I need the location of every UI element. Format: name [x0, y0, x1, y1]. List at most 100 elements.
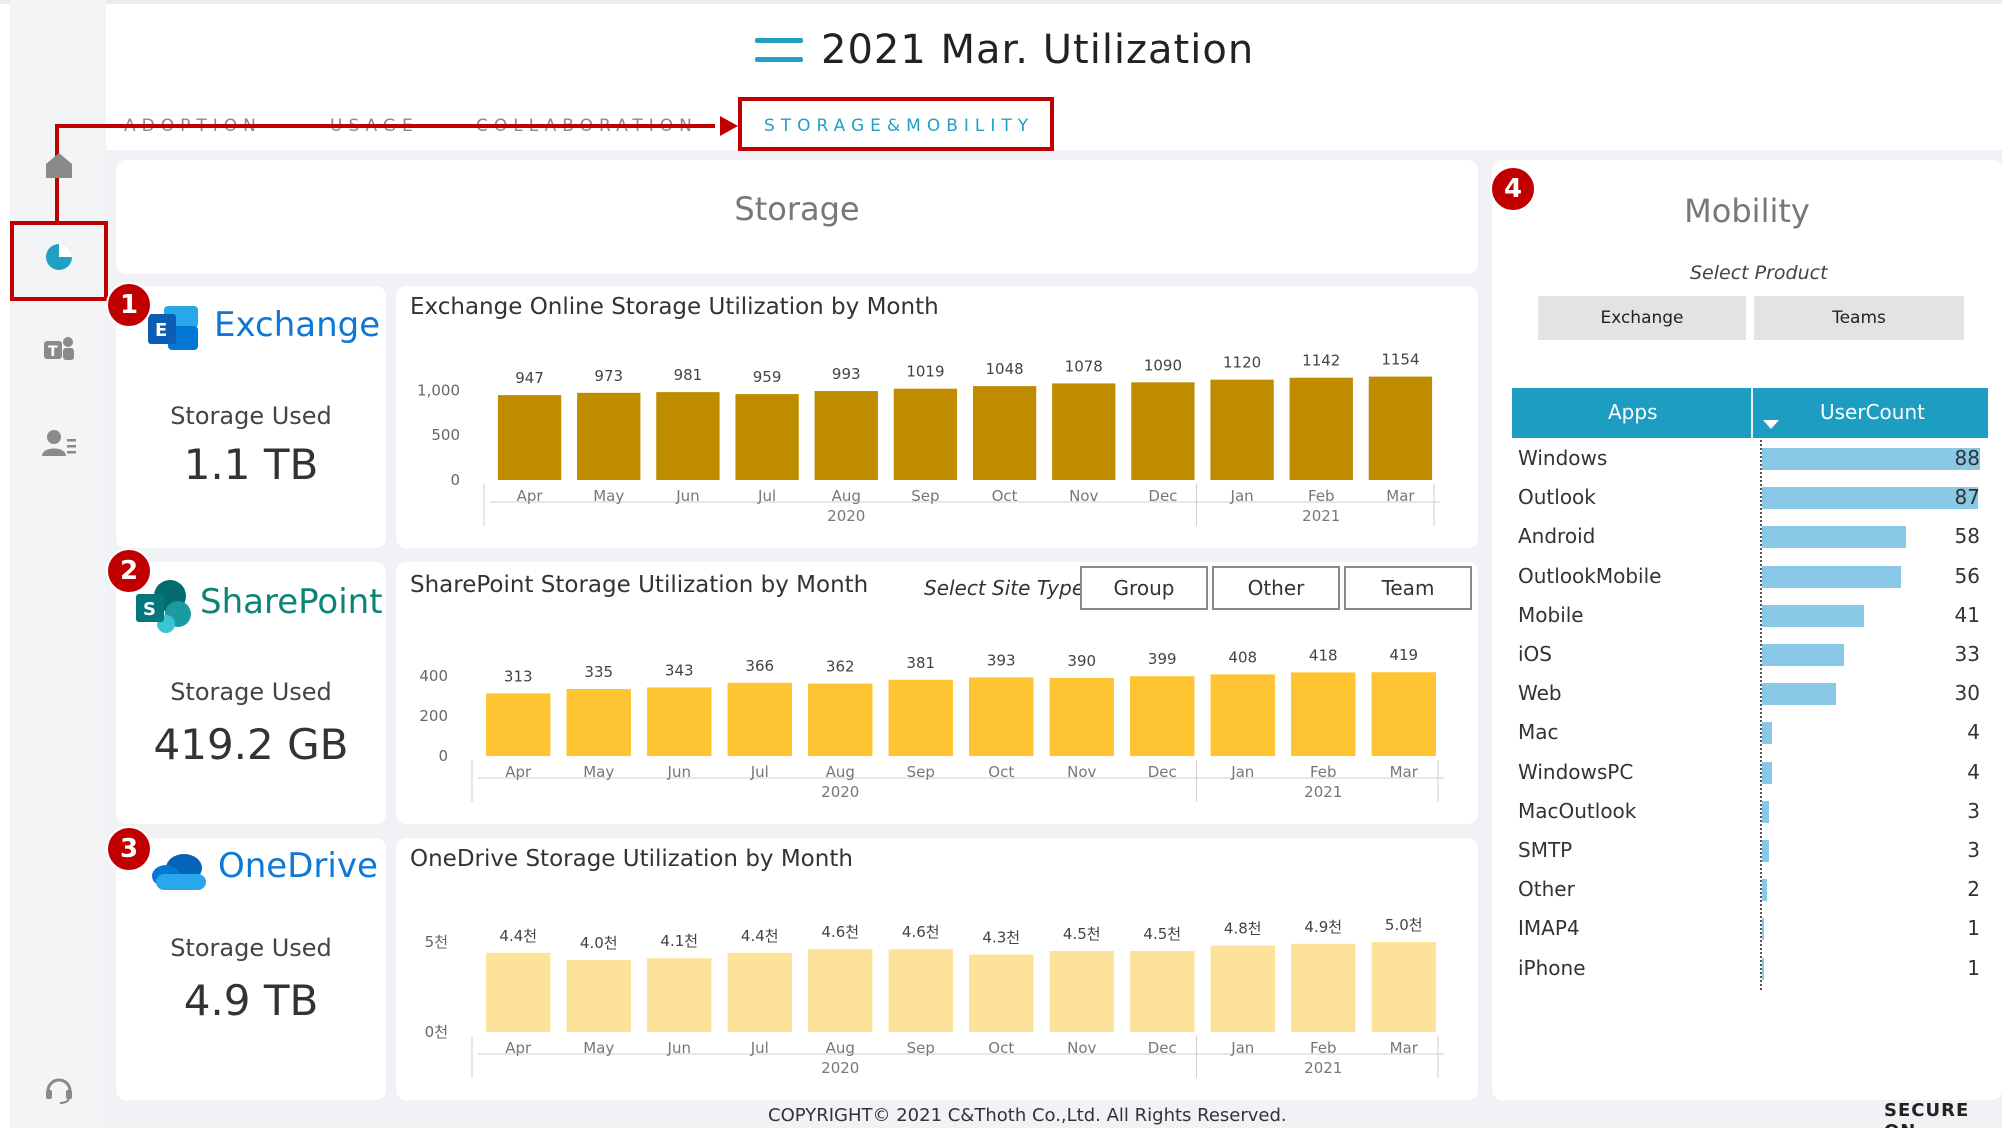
data-label: 959 — [753, 368, 782, 386]
site-type-team-button[interactable]: Team — [1344, 566, 1472, 610]
x-year-label: 2021 — [1304, 1059, 1342, 1077]
user-count-bar — [1762, 722, 1772, 745]
user-count-cell: 4 — [1967, 759, 1980, 784]
exchange-chart-title: Exchange Online Storage Utilization by M… — [410, 294, 939, 320]
apps-table-header: Apps UserCount — [1512, 388, 1988, 438]
table-row[interactable]: Android 58 — [1512, 518, 1988, 556]
exchange-name: Exchange — [214, 305, 381, 345]
chart-bar — [1368, 376, 1433, 480]
chart-bar — [656, 392, 720, 480]
x-tick-label: Jun — [667, 763, 691, 781]
app-name-cell: IMAP4 — [1518, 916, 1580, 941]
callout-badge-1: 1 — [106, 282, 152, 328]
product-exchange-button[interactable]: Exchange — [1538, 296, 1746, 340]
menu-icon[interactable] — [755, 38, 803, 62]
data-label: 393 — [987, 651, 1016, 669]
svg-text:S: S — [143, 599, 156, 620]
table-row[interactable]: WindowsPC 4 — [1512, 754, 1988, 792]
table-row[interactable]: Outlook 87 — [1512, 479, 1988, 517]
user-count-bar — [1762, 918, 1765, 941]
user-count-cell: 4 — [1967, 720, 1980, 745]
x-tick-label: Apr — [505, 1039, 532, 1057]
sort-desc-icon[interactable] — [1763, 420, 1779, 429]
x-tick-label: Jul — [750, 763, 769, 781]
user-count-bar — [1762, 957, 1765, 980]
table-row[interactable]: SMTP 3 — [1512, 832, 1988, 870]
chart-bar — [577, 392, 641, 480]
teams-icon[interactable]: T — [40, 330, 78, 368]
chart-bar — [969, 954, 1034, 1032]
chart-bar — [808, 949, 873, 1032]
chart-bar — [1210, 945, 1275, 1032]
table-row[interactable]: iOS 33 — [1512, 636, 1988, 674]
y-tick-label: 200 — [419, 707, 448, 725]
table-row[interactable]: IMAP4 1 — [1512, 910, 1988, 948]
report-header: 2021 Mar. Utilization — [755, 22, 1254, 78]
user-count-bar — [1762, 604, 1864, 627]
user-count-bar — [1762, 565, 1901, 588]
x-tick-label: Jul — [750, 1039, 769, 1057]
data-label: 973 — [594, 367, 623, 385]
apps-column-header[interactable]: Apps — [1608, 400, 1658, 424]
user-list-icon[interactable] — [40, 424, 78, 462]
callout-badge-3: 3 — [106, 826, 152, 872]
table-row[interactable]: Mac 4 — [1512, 714, 1988, 752]
x-tick-label: Mar — [1390, 1039, 1419, 1057]
table-row[interactable]: Web 30 — [1512, 675, 1988, 713]
pie-chart-icon[interactable] — [40, 238, 78, 276]
chart-bar — [972, 386, 1037, 480]
y-tick-label: 1,000 — [417, 381, 460, 399]
chart-bar — [808, 683, 873, 756]
x-tick-label: Oct — [988, 763, 1014, 781]
table-row[interactable]: iPhone 1 — [1512, 950, 1988, 988]
table-row[interactable]: MacOutlook 3 — [1512, 793, 1988, 831]
user-count-bar — [1762, 448, 1980, 470]
x-tick-label: Nov — [1067, 763, 1096, 781]
table-row[interactable]: Mobile 41 — [1512, 597, 1988, 635]
table-row[interactable]: Other 2 — [1512, 871, 1988, 909]
table-row[interactable]: OutlookMobile 56 — [1512, 558, 1988, 596]
onedrive-storage-chart: 0천 5천 4.4천 Apr 4.0천 May 4.1천 Jun 4.4천 Jul 4.6천 Aug 2… — [425, 916, 1444, 1078]
chart-bar — [566, 689, 631, 756]
x-tick-label: Feb — [1308, 487, 1335, 505]
home-icon[interactable] — [40, 146, 78, 184]
secure-on-logo: SECURE ON — [1884, 1100, 1970, 1128]
chart-bar — [1371, 672, 1436, 756]
site-type-group-button[interactable]: Group — [1080, 566, 1208, 610]
site-type-other-button[interactable]: Other — [1212, 566, 1340, 610]
x-tick-label: Jun — [667, 1039, 691, 1057]
x-tick-label: Jan — [1230, 1039, 1254, 1057]
app-name-cell: Web — [1518, 681, 1562, 706]
chart-bar — [566, 960, 631, 1032]
user-count-cell: 1 — [1967, 916, 1980, 941]
x-tick-label: Oct — [988, 1039, 1014, 1057]
x-tick-label: Sep — [907, 1039, 935, 1057]
x-tick-label: Mar — [1390, 763, 1419, 781]
user-count-bar — [1762, 683, 1837, 706]
y-tick-label: 500 — [431, 426, 460, 444]
data-label: 4.5천 — [1063, 925, 1101, 943]
user-count-bar — [1762, 644, 1844, 666]
x-tick-label: Aug — [826, 1039, 855, 1057]
data-label: 981 — [674, 366, 703, 384]
chart-bar — [1371, 942, 1436, 1032]
data-label: 947 — [515, 369, 544, 387]
headset-icon[interactable] — [40, 1070, 78, 1108]
data-label: 343 — [665, 661, 694, 679]
x-tick-label: Aug — [826, 763, 855, 781]
data-label: 419 — [1389, 646, 1418, 664]
chart-bar — [1049, 951, 1114, 1032]
x-tick-label: Oct — [992, 487, 1018, 505]
product-teams-button[interactable]: Teams — [1754, 296, 1964, 340]
x-tick-label: Apr — [517, 487, 544, 505]
x-tick-label: Nov — [1067, 1039, 1096, 1057]
x-year-label: 2021 — [1304, 783, 1342, 801]
sharepoint-storage-value: 419.2 GB — [153, 720, 349, 769]
x-year-label: 2020 — [827, 507, 865, 525]
data-label: 399 — [1148, 650, 1177, 668]
x-tick-label: Jan — [1230, 763, 1254, 781]
data-label: 1090 — [1144, 356, 1182, 374]
exchange-storage-chart: 0 500 1,000 947 Apr 973 May 981 Jun 959 Jul 993 Aug 2… — [417, 351, 1440, 526]
usercount-column-header[interactable]: UserCount — [1820, 400, 1925, 424]
table-row[interactable]: Windows 88 — [1512, 440, 1988, 478]
